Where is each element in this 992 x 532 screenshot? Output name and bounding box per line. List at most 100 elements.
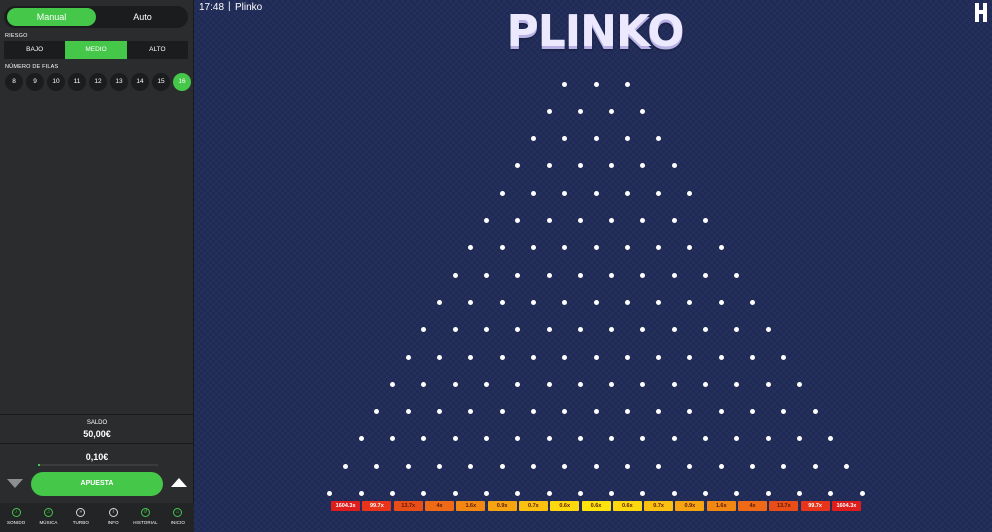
peg — [781, 354, 787, 360]
rows-option-8[interactable]: 8 — [5, 73, 23, 91]
rows-option-15[interactable]: 15 — [152, 73, 170, 91]
multiplier-slot: 0.9x — [487, 501, 517, 511]
stake-value: 0,10€ — [85, 452, 109, 462]
stake-slider[interactable] — [38, 464, 158, 466]
rows-option-16[interactable]: 16 — [173, 73, 191, 91]
manual-mode-button[interactable]: Manual — [7, 8, 96, 26]
peg — [796, 436, 802, 442]
peg — [437, 354, 442, 360]
rows-option-9[interactable]: 9 — [26, 73, 44, 91]
peg — [671, 491, 677, 496]
toolbar-history-button[interactable]: ↺ HISTORIAL — [129, 503, 161, 532]
peg — [624, 299, 630, 305]
multiplier-slot: 1604.3x — [831, 501, 861, 511]
sound-icon: ♪ — [11, 508, 21, 517]
peg — [499, 190, 505, 196]
peg — [421, 491, 427, 496]
peg — [750, 409, 755, 415]
game-board: 17:48 | Plinko PLINKO 1604.3x 99.7x 13.7x 4… — [194, 0, 992, 532]
rows-option-11[interactable]: 11 — [68, 73, 86, 91]
divider — [0, 414, 194, 415]
peg — [624, 245, 630, 251]
peg — [609, 491, 615, 496]
peg — [515, 218, 521, 223]
peg — [656, 463, 662, 469]
peg — [546, 327, 552, 333]
peg — [765, 491, 771, 496]
peg — [796, 381, 802, 387]
rows-option-14[interactable]: 14 — [131, 73, 149, 91]
peg — [703, 381, 709, 387]
stake-slider-fill — [38, 464, 41, 466]
home-icon: ⌂ — [173, 508, 183, 517]
peg — [499, 354, 505, 360]
peg — [843, 463, 849, 469]
peg — [483, 436, 489, 442]
peg — [781, 463, 787, 469]
peg — [593, 190, 599, 196]
increase-stake-button[interactable] — [171, 478, 187, 487]
peg — [468, 354, 474, 360]
peg — [734, 327, 740, 333]
risk-option-bajo[interactable]: BAJO — [4, 41, 65, 59]
rows-option-12[interactable]: 12 — [89, 73, 107, 91]
peg — [562, 190, 568, 196]
peg — [390, 381, 396, 387]
peg — [546, 491, 552, 496]
history-icon: ↺ — [140, 508, 150, 517]
peg — [656, 354, 662, 360]
peg — [562, 81, 568, 87]
peg — [609, 218, 615, 223]
peg — [734, 436, 740, 442]
rows-option-13[interactable]: 13 — [110, 73, 128, 91]
multiplier-slot: 99.7x — [800, 501, 830, 511]
toolbar-music-button[interactable]: ♫ MÚSICA — [32, 503, 64, 532]
peg — [812, 409, 818, 415]
peg — [374, 463, 380, 469]
toolbar-label: HISTORIAL — [133, 520, 158, 525]
peg — [750, 354, 755, 360]
bet-button[interactable]: APUESTA — [31, 472, 163, 496]
peg — [703, 327, 709, 333]
peg — [562, 245, 568, 251]
peg-field — [194, 0, 992, 532]
peg — [718, 354, 724, 360]
auto-mode-button[interactable]: Auto — [98, 8, 187, 26]
peg — [421, 436, 427, 442]
peg — [593, 409, 599, 415]
peg — [452, 327, 458, 333]
peg — [656, 136, 662, 142]
peg — [562, 299, 568, 305]
peg — [421, 381, 427, 387]
toolbar-home-button[interactable]: ⌂ INICIO — [162, 503, 194, 532]
peg — [718, 463, 724, 469]
decrease-stake-button[interactable] — [7, 479, 23, 488]
peg — [483, 381, 489, 387]
toolbar-sound-button[interactable]: ♪ SONIDO — [0, 503, 32, 532]
peg — [577, 327, 583, 333]
peg — [640, 108, 646, 114]
peg — [718, 245, 724, 251]
peg — [609, 163, 615, 169]
rows-option-10[interactable]: 10 — [47, 73, 65, 91]
risk-option-medio[interactable]: MEDIO — [65, 41, 127, 59]
peg — [374, 409, 380, 415]
turbo-icon: » — [76, 508, 86, 517]
toolbar-turbo-button[interactable]: » TURBO — [65, 503, 97, 532]
risk-option-alto[interactable]: ALTO — [127, 41, 188, 59]
peg — [577, 436, 583, 442]
balance-label: SALDO — [86, 420, 108, 426]
peg — [577, 272, 583, 278]
peg — [437, 463, 442, 469]
multiplier-slot: 0.6x — [581, 501, 611, 511]
peg — [452, 381, 458, 387]
peg — [828, 436, 834, 442]
peg — [640, 272, 646, 278]
peg — [671, 436, 677, 442]
toolbar-info-button[interactable]: i INFO — [97, 503, 129, 532]
peg — [687, 245, 693, 251]
peg — [437, 299, 442, 305]
peg — [656, 245, 662, 251]
peg — [656, 190, 662, 196]
peg — [577, 491, 583, 496]
